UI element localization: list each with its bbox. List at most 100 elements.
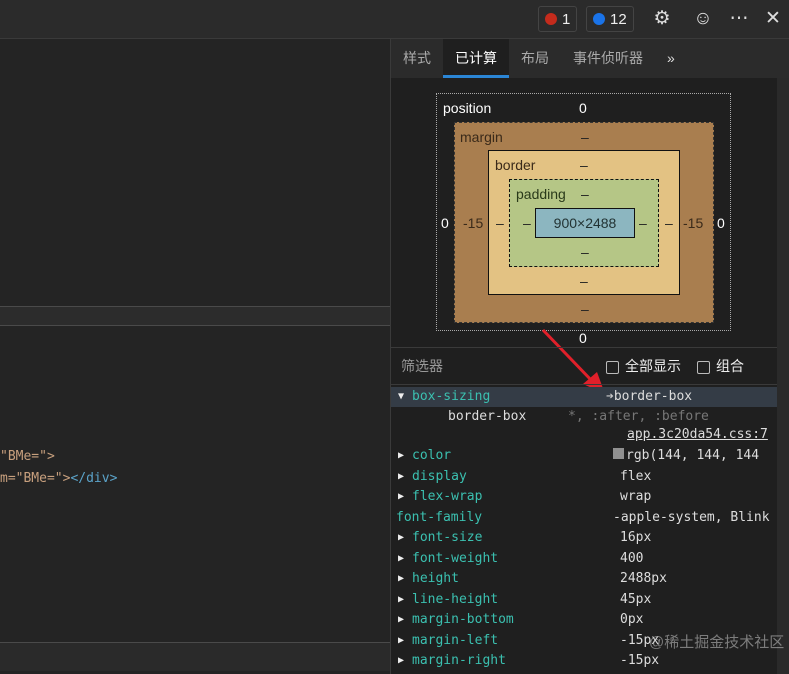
- group-label: 组合: [716, 358, 744, 374]
- trace-selector: *, :after, :before: [568, 409, 709, 424]
- tab-computed[interactable]: 已计算: [443, 39, 509, 78]
- more-icon[interactable]: ⋯: [728, 8, 750, 30]
- property-row[interactable]: ▶ flex-wrap wrap: [391, 487, 777, 507]
- divider: [0, 325, 390, 326]
- property-name: height: [412, 571, 459, 586]
- source-link[interactable]: app.3c20da54.css:7: [627, 425, 768, 445]
- tab-layout[interactable]: 布局: [509, 39, 561, 78]
- value-text: wrap: [620, 489, 652, 504]
- show-all-checkbox[interactable]: 全部显示: [606, 356, 681, 376]
- code-tag: </div>: [70, 471, 118, 486]
- border-box: border – – – – padding – – – – 900×2488: [488, 150, 680, 295]
- computed-panel: 样式 已计算 布局 事件侦听器 » position 0 0 0 0 margi…: [391, 39, 789, 674]
- padding-right: –: [639, 215, 647, 231]
- trace-source-row: app.3c20da54.css:7: [391, 425, 777, 445]
- more-tabs-icon[interactable]: »: [655, 39, 687, 78]
- trace-value: border-box: [448, 409, 527, 424]
- gear-icon[interactable]: ⚙: [651, 8, 673, 30]
- property-row[interactable]: ▶ height 2488px: [391, 569, 777, 589]
- elements-panel: "BMe="> m="BMe="></div>: [0, 39, 391, 674]
- property-row[interactable]: font-family -apple-system, Blink: [391, 508, 777, 528]
- property-name: color: [412, 448, 452, 463]
- border-label: border: [495, 157, 536, 173]
- property-name: font-family: [396, 509, 483, 525]
- padding-label: padding: [516, 186, 566, 202]
- expand-triangle-icon[interactable]: ▶: [398, 467, 404, 487]
- property-value: ➔border-box: [606, 387, 692, 407]
- expand-triangle-icon[interactable]: ▶: [398, 610, 404, 630]
- property-value: 16px: [620, 528, 651, 548]
- error-count: 1: [562, 10, 571, 28]
- console-bar: [0, 643, 390, 671]
- property-value: 45px: [620, 590, 651, 610]
- filter-input[interactable]: 筛选器: [401, 356, 606, 376]
- value-text: flex: [620, 468, 652, 484]
- expand-triangle-icon[interactable]: ▶: [398, 590, 404, 610]
- property-row[interactable]: ▶ font-size 16px: [391, 528, 777, 548]
- expand-triangle-icon[interactable]: ▶: [398, 651, 404, 671]
- group-checkbox[interactable]: 组合: [697, 356, 744, 376]
- border-left: –: [496, 215, 504, 231]
- message-count: 12: [610, 10, 627, 28]
- expand-triangle-icon[interactable]: ▶: [398, 631, 404, 651]
- navigate-icon[interactable]: ➔: [606, 389, 614, 404]
- property-name: margin-left: [412, 632, 499, 648]
- position-label: position: [443, 100, 492, 116]
- value-text: 0px: [620, 612, 644, 627]
- padding-top: –: [581, 186, 589, 202]
- watermark: @稀土掘金技术社区: [649, 634, 785, 651]
- position-right: 0: [717, 215, 725, 231]
- value-text: 2488px: [620, 571, 667, 586]
- value-text: -15px: [620, 653, 660, 668]
- property-row[interactable]: ▶ color rgb(144, 144, 144: [391, 446, 777, 466]
- position-top: 0: [579, 100, 587, 116]
- property-value: 0px: [620, 610, 643, 630]
- value-text: 16px: [620, 530, 652, 545]
- value-text: 400: [620, 550, 644, 566]
- property-value: rgb(144, 144, 144: [613, 446, 759, 466]
- border-top: –: [580, 157, 588, 173]
- expand-triangle-icon[interactable]: ▶: [398, 528, 404, 548]
- padding-box: padding – – – – 900×2488: [509, 179, 659, 267]
- close-icon[interactable]: ✕: [762, 8, 784, 30]
- property-name: flex-wrap: [412, 489, 483, 504]
- feedback-icon[interactable]: ☺: [692, 8, 714, 30]
- devtools-toolbar: 1 12 ⚙ ☺ ⋯ ✕: [0, 0, 789, 39]
- breadcrumb-bar: [0, 307, 390, 325]
- property-row[interactable]: ▶ font-weight 400: [391, 549, 777, 569]
- scrollbar[interactable]: [777, 78, 789, 674]
- property-value: -15px: [620, 651, 659, 671]
- content-box: 900×2488: [535, 208, 635, 238]
- property-value: -apple-system, Blink: [613, 508, 770, 528]
- property-row[interactable]: ▶ margin-bottom 0px: [391, 610, 777, 630]
- expand-triangle-icon[interactable]: ▶: [398, 446, 404, 466]
- code-line[interactable]: m="BMe="></div>: [0, 471, 117, 486]
- filter-row: 筛选器 全部显示 组合: [391, 347, 777, 385]
- expand-triangle-icon[interactable]: ▶: [398, 549, 404, 569]
- messages-badge[interactable]: 12: [586, 6, 634, 32]
- color-swatch[interactable]: [613, 448, 624, 459]
- tab-styles[interactable]: 样式: [391, 39, 443, 78]
- property-name: font-size: [412, 530, 483, 545]
- property-name: box-sizing: [412, 389, 491, 404]
- property-value: 400: [620, 549, 643, 569]
- trace-row: border-box *, :after, :before: [391, 407, 777, 427]
- padding-left: –: [523, 215, 531, 231]
- property-name: line-height: [412, 591, 499, 607]
- error-icon: [545, 13, 557, 25]
- margin-label: margin: [460, 129, 503, 145]
- errors-badge[interactable]: 1: [538, 6, 578, 32]
- margin-left: -15: [463, 215, 484, 231]
- margin-top: –: [581, 129, 589, 145]
- property-row[interactable]: ▶ display flex: [391, 467, 777, 487]
- code-line[interactable]: "BMe=">: [0, 449, 55, 464]
- expand-triangle-icon[interactable]: ▶: [398, 487, 404, 507]
- property-row-expanded[interactable]: ▼ box-sizing ➔border-box: [391, 387, 777, 407]
- property-value: wrap: [620, 487, 651, 507]
- property-row[interactable]: ▶ margin-right -15px: [391, 651, 777, 671]
- expand-triangle-icon[interactable]: ▶: [398, 569, 404, 589]
- margin-bottom: –: [581, 301, 589, 317]
- tab-event-listeners[interactable]: 事件侦听器: [561, 39, 655, 78]
- property-row[interactable]: ▶ line-height 45px: [391, 590, 777, 610]
- collapse-triangle-icon[interactable]: ▼: [398, 387, 404, 407]
